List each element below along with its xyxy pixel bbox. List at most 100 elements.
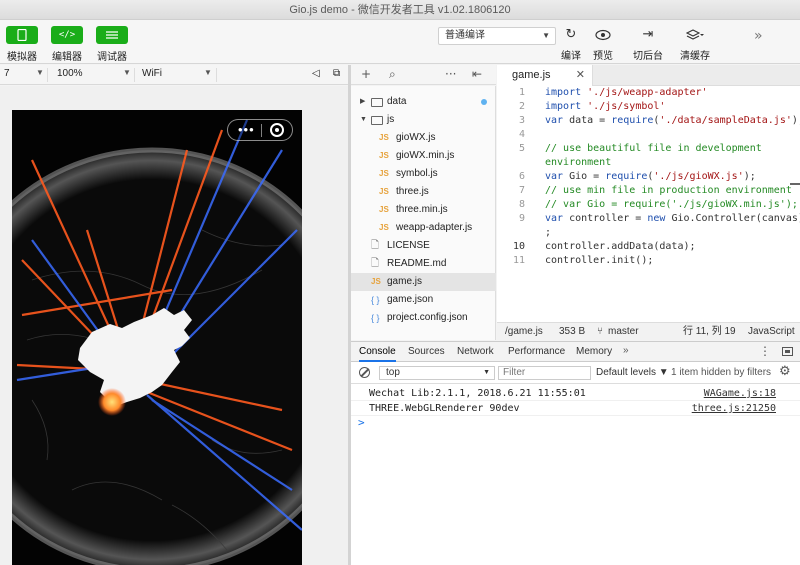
chevron-down-icon: ▼ xyxy=(204,68,212,77)
cursor-position[interactable]: 行 11, 列 19 xyxy=(683,323,736,340)
line-number: 11 xyxy=(512,255,525,266)
more-icon[interactable]: ··· xyxy=(445,67,456,81)
console-prompt[interactable]: > xyxy=(358,416,365,429)
code-line: // var Gio = require('./js/gioWX.min.js'… xyxy=(545,199,798,210)
debugger-button[interactable]: 调试器 xyxy=(90,26,134,63)
compile-label: 编译 xyxy=(561,51,581,62)
tab-memory[interactable]: Memory xyxy=(576,342,612,362)
detach-window-icon[interactable]: ⧉ xyxy=(333,68,340,79)
filter-input[interactable]: Filter xyxy=(498,366,591,380)
more-dots-icon[interactable]: ••• xyxy=(238,122,255,138)
close-target-icon[interactable] xyxy=(270,123,284,137)
clear-cache-button[interactable]: 清缓存 xyxy=(677,26,713,62)
context-select[interactable]: top ▼ xyxy=(379,366,495,380)
device-select[interactable]: 7 xyxy=(4,68,10,79)
tree-file[interactable]: 🗋 LICENSE xyxy=(351,237,496,255)
layers-icon xyxy=(677,26,713,44)
js-file-icon: JS xyxy=(379,169,389,178)
chevron-right-icon: ▶ xyxy=(360,98,366,105)
line-number: 3 xyxy=(518,115,525,126)
scrollbar-marker xyxy=(790,183,800,185)
more-tabs-icon[interactable]: » xyxy=(623,345,629,356)
compile-button[interactable]: ↻ 编译 xyxy=(553,26,589,62)
code-editor[interactable]: 1 import './js/weapp-adapter' 2 import './j… xyxy=(497,86,800,322)
tree-file[interactable]: { } project.config.json xyxy=(351,309,496,327)
folder-open-icon xyxy=(371,116,383,125)
simulator-area: ••• xyxy=(0,86,348,565)
file-size: 353 B xyxy=(559,326,586,337)
line-number: 6 xyxy=(518,171,525,182)
close-icon[interactable]: ✕ xyxy=(576,65,585,86)
compile-mode-select[interactable]: 普通编译 ▼ xyxy=(438,27,556,45)
tab-console[interactable]: Console xyxy=(359,342,396,362)
code-line: controller.init(); xyxy=(545,255,654,266)
code-line: var controller = new Gio.Controller(canv… xyxy=(545,213,800,224)
line-number: 1 xyxy=(518,87,525,98)
language-mode[interactable]: JavaScript xyxy=(748,323,795,340)
code-icon: </> xyxy=(51,26,83,44)
tab-sources[interactable]: Sources xyxy=(408,342,445,362)
json-file-icon: { } xyxy=(371,295,380,305)
add-icon[interactable]: + xyxy=(361,67,371,81)
code-line: // use min file in production environmen… xyxy=(545,185,792,196)
refresh-icon: ↻ xyxy=(565,27,577,42)
search-icon[interactable]: ⌕ xyxy=(389,67,396,82)
console-log-row: THREE.WebGLRenderer 90dev three.js:21250 xyxy=(351,401,800,416)
file-explorer: ▶ data ▼ js JS gioWX.js JS gioWX.min.js … xyxy=(351,86,496,340)
background-button[interactable]: ⇥ 切后台 xyxy=(630,26,666,62)
tab-network[interactable]: Network xyxy=(457,342,494,362)
editor-button[interactable]: </> 编辑器 xyxy=(45,26,89,63)
line-number: 7 xyxy=(518,185,525,196)
tree-file[interactable]: JS three.js xyxy=(351,183,496,201)
log-source-link[interactable]: three.js:21250 xyxy=(692,401,776,416)
dock-icon[interactable] xyxy=(782,347,793,356)
preview-button[interactable]: 预览 xyxy=(585,26,621,62)
tab-label: game.js xyxy=(512,69,551,81)
log-source-link[interactable]: WAGame.js:18 xyxy=(704,386,776,401)
tree-file[interactable]: JS gioWX.js xyxy=(351,129,496,147)
tree-file-active[interactable]: JS game.js xyxy=(351,273,496,291)
code-line: import './js/symbol' xyxy=(545,101,666,112)
zoom-select[interactable]: 100% xyxy=(57,68,83,79)
line-number: 2 xyxy=(518,101,525,112)
git-branch[interactable]: master xyxy=(608,323,639,340)
tree-file[interactable]: JS three.min.js xyxy=(351,201,496,219)
explorer-toolbar: + ⌕ ··· ⇤ xyxy=(351,65,496,85)
tree-file[interactable]: JS weapp-adapter.js xyxy=(351,219,496,237)
log-levels-select[interactable]: Default levels ▼ xyxy=(596,367,669,378)
background-label: 切后台 xyxy=(633,51,663,62)
gear-icon[interactable]: ⚙ xyxy=(779,364,791,379)
tree-file[interactable]: JS gioWX.min.js xyxy=(351,147,496,165)
debug-icon xyxy=(96,26,128,44)
collapse-panel-icon[interactable]: ⇤ xyxy=(472,67,482,81)
code-line: // use beautiful file in development xyxy=(545,143,762,154)
file-path: /game.js xyxy=(505,326,543,337)
network-select[interactable]: WiFi xyxy=(142,68,162,79)
chevron-down-icon: ▼ xyxy=(542,31,550,40)
tree-file[interactable]: JS symbol.js xyxy=(351,165,496,183)
simulator-button[interactable]: 模拟器 xyxy=(0,26,44,63)
tab-game-js[interactable]: game.js ✕ xyxy=(497,65,593,86)
simulator-bar: 7 ▼ 100% ▼ WiFi ▼ ◁ ⧉ xyxy=(0,65,350,85)
code-line: var data = require('./data/sampleData.js… xyxy=(545,115,800,126)
hidden-items-note: 1 item hidden by filters xyxy=(671,367,772,378)
tree-folder-js[interactable]: ▼ js xyxy=(351,111,496,129)
eye-icon xyxy=(585,26,621,44)
tree-file[interactable]: 🗋 README.md xyxy=(351,255,496,273)
tree-folder-data[interactable]: ▶ data xyxy=(351,93,496,111)
editor-tabs: game.js ✕ xyxy=(497,65,800,86)
compile-mode-value: 普通编译 xyxy=(445,30,485,41)
toolbar-more-icon[interactable]: » xyxy=(754,28,763,44)
editor-status-bar: /game.js 353 B ⑂ master 行 11, 列 19 JavaS… xyxy=(497,322,800,340)
tab-performance[interactable]: Performance xyxy=(508,342,565,362)
devtools-tabs: Console Sources Network Performance Memo… xyxy=(351,341,800,362)
editor-label: 编辑器 xyxy=(52,52,82,63)
mini-program-capsule[interactable]: ••• xyxy=(227,119,293,141)
clear-console-icon[interactable] xyxy=(359,367,370,378)
highlight-glow xyxy=(98,388,126,416)
game-canvas[interactable]: ••• xyxy=(12,110,302,565)
js-file-icon: JS xyxy=(379,133,389,142)
tree-file[interactable]: { } game.json xyxy=(351,291,496,309)
volume-icon[interactable]: ◁ xyxy=(312,68,320,79)
kebab-menu-icon[interactable]: ⋮ xyxy=(759,344,771,358)
